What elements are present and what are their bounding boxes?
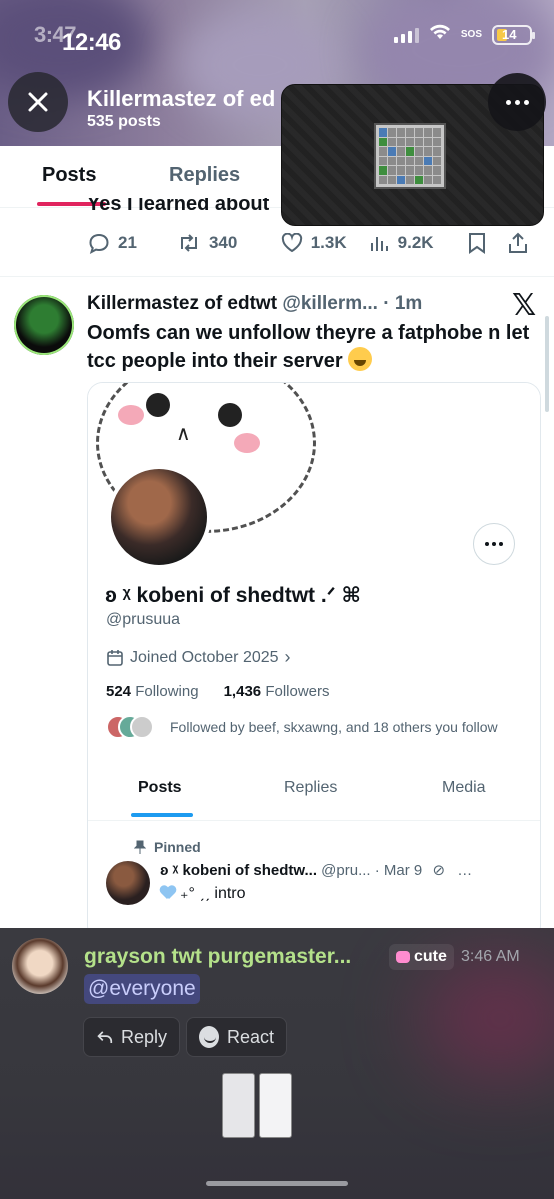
views-button[interactable]: 9.2K	[370, 233, 469, 253]
embedded-profile-handle: @prusuua	[106, 611, 181, 628]
followed-by-text: Followed by beef, skxawng, and 18 others…	[170, 719, 498, 735]
tweet-author-handle[interactable]: @killerm...	[282, 293, 378, 314]
pinned-post-header: ʚ ᵡ kobeni of shedtw... @pru... · Mar 9 …	[160, 862, 473, 879]
reply-message-button[interactable]: Reply	[83, 1017, 180, 1057]
profile-header-name: Killermastez of ed	[87, 86, 276, 111]
message-time: 3:46 AM	[461, 948, 520, 965]
battery-level: 14	[502, 26, 517, 42]
emoji-smile-icon	[199, 1026, 219, 1048]
following-count: 524	[106, 683, 132, 700]
wifi-icon	[429, 24, 451, 45]
mutual-avatars	[106, 715, 162, 739]
tweet-media-screenshot[interactable]: ∧ ʚ ᵡ kobeni of shedtwt .ᐟ ⌘ @prusuua Jo…	[87, 382, 541, 942]
repost-button[interactable]: 340	[177, 232, 281, 254]
embedded-tab-media: Media	[442, 779, 486, 796]
discord-message-overlay: grayson twt purgemaster... cute 3:46 AM …	[0, 928, 554, 1199]
joined-date: Joined October 2025	[130, 648, 279, 666]
close-icon	[28, 92, 48, 112]
pink-heart-icon	[396, 951, 410, 963]
status-bar-icons: SOS 14	[393, 24, 535, 45]
author-avatar[interactable]	[14, 295, 74, 355]
share-icon	[509, 232, 527, 253]
tweet-header: Killermastez of edtwt @killerm... · 1m	[87, 293, 422, 315]
blue-heart-icon	[160, 886, 176, 900]
grok-icon: ⊘	[432, 862, 446, 879]
everyone-mention[interactable]: @everyone	[84, 974, 200, 1004]
cellular-signal-icon	[393, 27, 419, 43]
profile-post-count: 535 posts	[87, 113, 161, 130]
embedded-profile-tabs: Posts Replies Media	[88, 769, 540, 821]
tweet-divider	[0, 276, 554, 277]
followed-by-row: Followed by beef, skxawng, and 18 others…	[106, 715, 498, 739]
more-options-button[interactable]	[488, 73, 546, 131]
heart-icon	[281, 233, 302, 253]
tweet-action-bar: 21 340 1.3K 9.2K	[88, 232, 528, 254]
role-tag: cute	[389, 944, 454, 970]
like-button[interactable]: 1.3K	[281, 233, 370, 253]
tweet-text: Oomfs can we unfollow theyre a fatphobe …	[87, 322, 530, 372]
repost-count: 340	[208, 233, 238, 252]
tab-posts[interactable]: Posts	[42, 164, 96, 187]
discord-username[interactable]: grayson twt purgemaster...	[84, 945, 351, 969]
attachment-thumbnail-2[interactable]	[259, 1073, 292, 1138]
followers-label: Followers	[265, 683, 330, 700]
embedded-profile-avatar	[107, 465, 211, 569]
grinning-sweat-emoji-icon	[348, 347, 373, 371]
pinned-post-text: ₊° ˏˏ intro	[160, 883, 246, 903]
tab-replies[interactable]: Replies	[169, 164, 240, 187]
bookmark-icon	[469, 233, 486, 254]
embedded-follow-stats: 524 Following 1,436 Followers	[106, 683, 330, 700]
status-time-main: 12:46	[62, 29, 121, 56]
reply-arrow-icon	[97, 1031, 113, 1043]
embedded-active-tab-indicator	[131, 813, 193, 817]
embedded-more-button	[473, 523, 515, 565]
reply-count: 21	[118, 233, 137, 252]
pinned-more-icon: …	[457, 862, 473, 879]
pinned-post-avatar	[106, 861, 150, 905]
share-button[interactable]	[508, 232, 528, 254]
home-indicator[interactable]	[206, 1181, 348, 1186]
bookmark-button[interactable]	[468, 232, 508, 254]
close-button[interactable]	[8, 72, 68, 132]
battery-icon: 14	[492, 24, 535, 45]
previous-tweet-text: Yes I learned about	[87, 198, 270, 215]
profile-timeline: Posts Replies Yes I learned about 21 340…	[0, 146, 554, 942]
tweet-author-name[interactable]: Killermastez of edtwt	[87, 293, 277, 314]
x-logo-icon: 𝕏	[512, 288, 537, 323]
pin-icon	[134, 840, 146, 854]
embedded-tab-posts: Posts	[138, 779, 182, 796]
reply-button[interactable]: 21	[88, 232, 177, 254]
embedded-tab-replies: Replies	[284, 779, 338, 796]
view-count: 9.2K	[397, 233, 434, 252]
repost-icon	[180, 234, 197, 252]
attachment-thumbnail-1[interactable]	[222, 1073, 255, 1138]
react-button[interactable]: React	[186, 1017, 287, 1057]
status-bar-time: 3:47 12:46	[34, 22, 121, 56]
reply-icon	[89, 233, 109, 254]
embedded-profile-name: ʚ ᵡ kobeni of shedtwt .ᐟ ⌘	[105, 584, 361, 607]
views-icon	[370, 237, 388, 251]
like-count: 1.3K	[310, 233, 347, 252]
calendar-icon	[107, 649, 123, 666]
embedded-joined: Joined October 2025 ›	[106, 647, 291, 668]
tweet-time: · 1m	[383, 293, 423, 314]
sos-indicator: SOS	[460, 29, 482, 40]
crafting-inventory-image	[374, 123, 446, 189]
followers-count: 1,436	[223, 683, 262, 700]
scrollbar[interactable]	[545, 316, 549, 412]
discord-user-avatar[interactable]	[12, 938, 68, 994]
pinned-label: Pinned	[134, 839, 201, 855]
chevron-right-icon: ›	[284, 647, 291, 667]
following-label: Following	[135, 683, 199, 700]
